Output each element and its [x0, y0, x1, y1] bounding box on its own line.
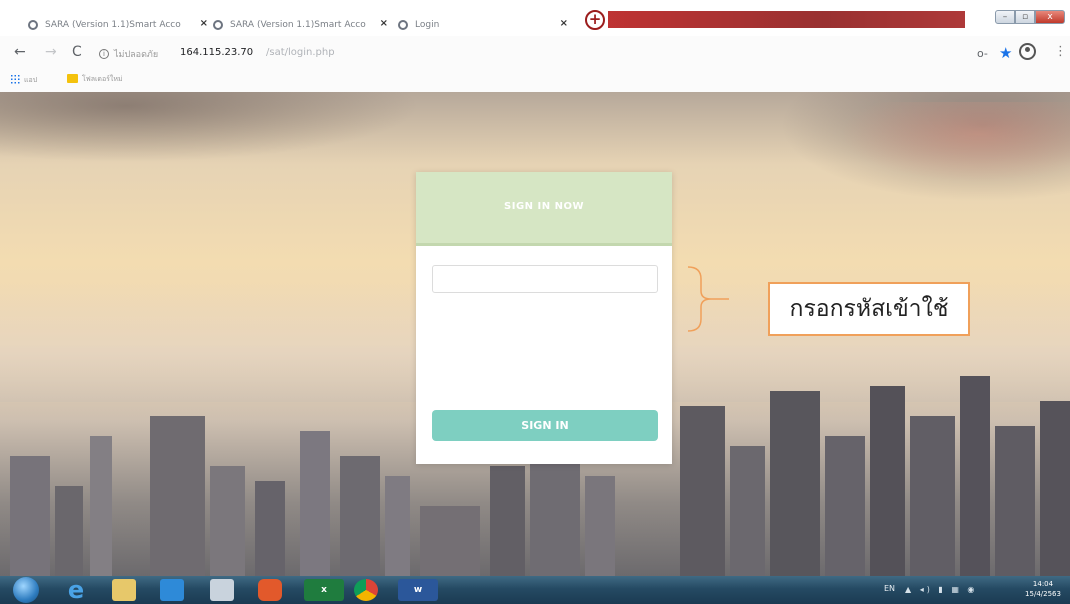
building [90, 436, 112, 576]
key-icon[interactable]: o- [977, 47, 988, 60]
security-label[interactable]: ไม่ปลอดภัย [114, 47, 158, 61]
account-icon[interactable] [1019, 43, 1036, 60]
building [825, 436, 865, 576]
building [770, 391, 820, 576]
folder-icon[interactable] [67, 74, 78, 83]
building [10, 456, 50, 576]
media-player-icon[interactable] [160, 579, 184, 601]
card-title: SIGN IN NOW [504, 201, 584, 212]
taskbar: e x w EN ▲ ◂) ▮ ▦ ◉ 14:04 15/4/2563 [0, 576, 1070, 604]
tab-label: SARA (Version 1.1)Smart Acco [45, 20, 181, 30]
building [300, 431, 330, 576]
browser-chrome: SARA (Version 1.1)Smart Acco × SARA (Ver… [0, 0, 1070, 92]
minimize-button[interactable]: – [995, 10, 1015, 24]
menu-icon[interactable]: ⋮ [1054, 44, 1067, 59]
globe-icon [398, 20, 408, 30]
building [55, 486, 83, 576]
internet-explorer-icon[interactable]: e [64, 578, 88, 602]
cloud-shape [0, 92, 420, 162]
forward-icon[interactable]: → [45, 44, 57, 60]
clock-time: 14:04 [1032, 580, 1054, 588]
building [680, 406, 725, 576]
card-header: SIGN IN NOW [416, 172, 672, 246]
building [1040, 401, 1070, 576]
globe-icon [213, 20, 223, 30]
address-bar: ← → C i ไม่ปลอดภัย 164.115.23.70 /sat/lo… [0, 38, 1070, 66]
tab-label: SARA (Version 1.1)Smart Acco [230, 20, 366, 30]
url-host[interactable]: 164.115.23.70 [180, 47, 253, 58]
brace-annotation [687, 266, 729, 332]
title-bar-band [608, 11, 965, 28]
window-close-button[interactable]: x [1035, 10, 1065, 24]
building [150, 416, 205, 576]
excel-icon[interactable]: x [304, 579, 344, 601]
building [340, 456, 380, 576]
sign-in-button[interactable]: SIGN IN [432, 410, 658, 441]
windows-start-icon[interactable] [13, 577, 39, 603]
building [210, 466, 245, 576]
tab-sara-1[interactable]: SARA (Version 1.1)Smart Acco × [28, 14, 208, 36]
building [910, 416, 955, 576]
access-code-input[interactable] [432, 265, 658, 293]
close-tab-icon[interactable]: × [380, 18, 388, 29]
building [385, 476, 410, 576]
url-path[interactable]: /sat/login.php [266, 47, 335, 58]
back-icon[interactable]: ← [14, 44, 26, 60]
building [730, 446, 765, 576]
tab-sara-2[interactable]: SARA (Version 1.1)Smart Acco × [213, 14, 388, 36]
tab-login[interactable]: Login × [398, 14, 568, 36]
language-indicator[interactable]: EN [884, 584, 895, 593]
maximize-button[interactable]: ▫ [1015, 10, 1035, 24]
file-explorer-icon[interactable] [112, 579, 136, 601]
apps-icon[interactable] [10, 74, 20, 84]
chrome-icon[interactable] [354, 579, 378, 601]
folder-label[interactable]: โฟลเดอร์ใหม่ [82, 74, 123, 85]
cloud-shape [840, 102, 1070, 182]
clock-date: 15/4/2563 [1025, 590, 1061, 598]
tab-label: Login [415, 20, 440, 30]
globe-icon [28, 20, 38, 30]
building [585, 476, 615, 576]
word-icon[interactable]: w [398, 579, 438, 601]
system-tray-icons[interactable]: ▲ ◂) ▮ ▦ ◉ [905, 585, 977, 594]
tools-icon[interactable] [210, 579, 234, 601]
new-tab-button[interactable]: + [585, 10, 605, 30]
building [490, 466, 525, 576]
close-tab-icon[interactable]: × [560, 18, 568, 29]
building [255, 481, 285, 576]
reload-icon[interactable]: C [72, 44, 82, 60]
bookmark-star-icon[interactable]: ★ [999, 44, 1012, 62]
tab-strip: SARA (Version 1.1)Smart Acco × SARA (Ver… [0, 0, 1070, 36]
building [420, 506, 480, 576]
building [995, 426, 1035, 576]
building [870, 386, 905, 576]
annotation-label: กรอกรหัสเข้าใช้ [768, 282, 970, 336]
login-card: SIGN IN NOW SIGN IN [416, 172, 672, 464]
apps-label[interactable]: แอป [24, 75, 37, 86]
clock[interactable]: 14:04 15/4/2563 [1020, 579, 1066, 599]
building [960, 376, 990, 576]
info-icon[interactable]: i [99, 49, 109, 59]
bookmarks-bar: แอป โฟลเดอร์ใหม่ [0, 66, 1070, 90]
brave-browser-icon[interactable] [258, 579, 282, 601]
close-tab-icon[interactable]: × [200, 18, 208, 29]
